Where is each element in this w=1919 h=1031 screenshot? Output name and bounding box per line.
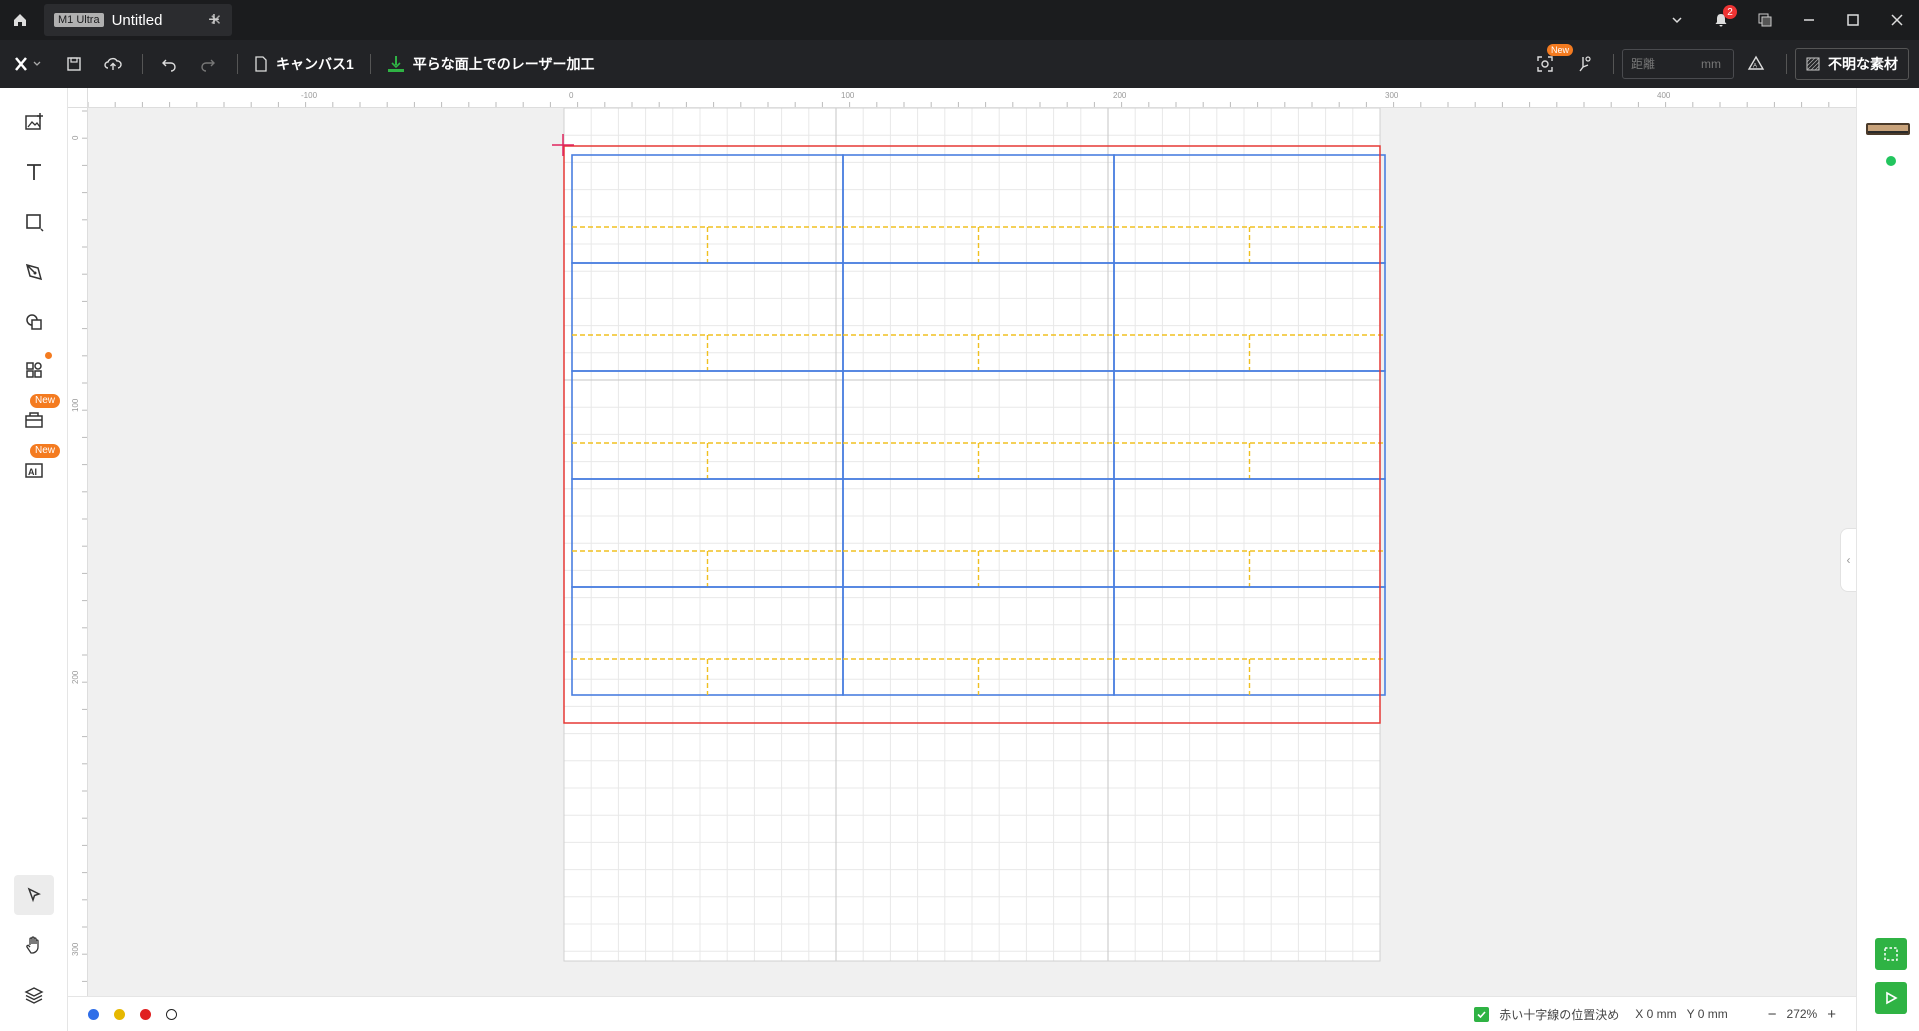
ai-tool-icon[interactable]: AI New (14, 444, 60, 490)
redo-icon[interactable] (187, 40, 229, 88)
hand-tool-icon[interactable] (14, 925, 54, 965)
minimize-icon[interactable] (1787, 0, 1831, 40)
status-right-group: 赤い十字線の位置決め X 0 mm Y 0 mm − 272% + (1474, 1006, 1856, 1023)
ruler-label: 200 (71, 670, 80, 684)
undo-icon[interactable] (151, 40, 187, 88)
left-tool-panel: New AI New (0, 88, 68, 1031)
new-badge: New (1547, 44, 1574, 56)
import-image-icon[interactable] (14, 102, 54, 142)
laser-flat-icon (387, 56, 404, 72)
status-bar: 赤い十字線の位置決め X 0 mm Y 0 mm − 272% + (68, 996, 1856, 1031)
toolbar-right-group: New mm A 不明な素材 (1525, 40, 1919, 88)
vertical-ruler: 0 100 200 300 (68, 108, 88, 996)
zoom-out-button[interactable]: − (1768, 1006, 1777, 1023)
crosshair-positioning-checkbox[interactable] (1474, 1006, 1490, 1022)
play-icon (1886, 991, 1898, 1005)
tab-title: Untitled (111, 11, 163, 29)
frame-preview-button[interactable] (1875, 938, 1907, 970)
vertical-ruler-ticks: 0 100 200 300 (71, 110, 87, 982)
ruler-label: -100 (301, 91, 318, 100)
material-label: 不明な素材 (1828, 56, 1898, 72)
horizontal-ruler: -100 0 100 200 300 400 (88, 88, 1856, 108)
layer-color-blue[interactable] (88, 1008, 99, 1020)
add-tab-button[interactable]: + (200, 6, 228, 34)
distance-field[interactable]: mm (1622, 49, 1734, 79)
ruler-label: 0 (569, 91, 574, 100)
camera-capture-icon[interactable]: New (1525, 40, 1574, 88)
ruler-label: 0 (71, 135, 80, 140)
toolbar-divider (369, 54, 371, 74)
ruler-corner (68, 88, 88, 108)
ruler-label: 100 (71, 398, 80, 412)
collapse-panel-icon[interactable]: ‹ (1840, 528, 1856, 592)
cloud-upload-icon[interactable] (92, 40, 134, 88)
toolbar-divider (1786, 54, 1787, 74)
new-badge: New (29, 394, 60, 408)
layers-icon[interactable] (14, 975, 54, 1015)
window-controls: 2 (1655, 0, 1919, 40)
text-tool-icon[interactable] (14, 152, 54, 192)
ruler-label: 100 (841, 91, 855, 100)
ruler-label: 400 (1657, 91, 1671, 100)
ruler-label: 200 (1113, 91, 1127, 100)
auto-measure-icon[interactable]: A (1734, 40, 1778, 88)
canvas-svg (552, 108, 1386, 962)
frame-icon (1884, 947, 1898, 961)
device-status-dot (1886, 156, 1896, 166)
ruler-label: 300 (1385, 91, 1399, 100)
zoom-level[interactable]: 272% (1787, 1007, 1818, 1021)
shapes-tool-icon[interactable] (14, 302, 54, 342)
design-canvas[interactable] (88, 108, 1856, 996)
elements-library-icon[interactable] (14, 350, 54, 390)
windows-icon[interactable] (1743, 0, 1787, 40)
pen-tool-icon[interactable] (14, 252, 54, 292)
svg-text:AI: AI (28, 467, 37, 477)
layer-color-red[interactable] (140, 1008, 151, 1020)
y-coordinate-readout: Y 0 mm (1686, 1007, 1728, 1021)
tab-list-dropdown-icon[interactable] (1655, 0, 1699, 40)
processing-mode-label: 平らな面上でのレーザー加工 (412, 56, 595, 72)
right-device-panel (1856, 88, 1919, 1031)
toolbar-divider (1613, 54, 1614, 74)
app-menu-button[interactable] (0, 40, 56, 88)
crosshair-positioning-label: 赤い十字線の位置決め (1499, 1007, 1620, 1022)
toolbar-divider (237, 54, 238, 74)
select-tool-icon[interactable] (14, 875, 54, 915)
x-coordinate-readout: X 0 mm (1635, 1007, 1677, 1021)
title-bar: M1 Ultra Untitled ✕ + 2 (0, 0, 1919, 40)
rectangle-tool-icon[interactable] (14, 202, 54, 242)
layer-color-yellow[interactable] (114, 1008, 125, 1020)
canvas-selector[interactable]: キャンバス1 (246, 40, 362, 88)
close-window-icon[interactable] (1875, 0, 1919, 40)
main-toolbar: キャンバス1 平らな面上でのレーザー加工 New mm A 不明な素材 (0, 40, 1919, 88)
new-badge: New (29, 444, 60, 458)
device-thumbnail[interactable] (1865, 120, 1911, 138)
horizontal-ruler-ticks: -100 0 100 200 300 400 (88, 91, 1830, 107)
file-icon (255, 56, 267, 72)
maximize-icon[interactable] (1831, 0, 1875, 40)
material-selector[interactable]: 不明な素材 (1795, 48, 1909, 80)
model-badge: M1 Ultra (54, 13, 104, 27)
distance-unit: mm (1701, 57, 1721, 71)
toolbar-divider (142, 54, 143, 74)
material-icon (1806, 57, 1820, 71)
zoom-in-button[interactable]: + (1827, 1006, 1836, 1023)
start-process-button[interactable] (1875, 982, 1907, 1014)
update-dot (45, 352, 52, 359)
save-icon[interactable] (56, 40, 92, 88)
ruler-label: 300 (71, 942, 80, 956)
layer-color-white[interactable] (166, 1008, 177, 1020)
distance-input[interactable] (1631, 57, 1701, 71)
notification-count: 2 (1723, 5, 1737, 19)
home-icon[interactable] (6, 6, 34, 34)
check-icon (1477, 1010, 1486, 1018)
processing-mode-selector[interactable]: 平らな面上でのレーザー加工 (379, 40, 603, 88)
notification-bell-icon[interactable]: 2 (1699, 0, 1743, 40)
template-tool-icon[interactable]: New (14, 394, 60, 440)
canvas-label: キャンバス1 (276, 56, 354, 72)
svg-text:A: A (1753, 64, 1757, 70)
